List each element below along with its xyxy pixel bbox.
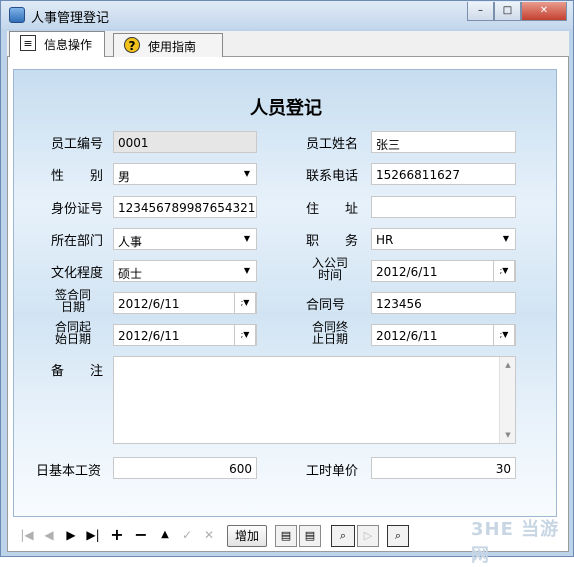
education-label: 文化程度 <box>51 266 104 281</box>
start-date-label: 合同起 始日期 <box>44 321 102 345</box>
phone-field[interactable]: 15266811627 <box>371 163 516 185</box>
tab-bar: ≡ 信息操作 ? 使用指南 <box>7 31 569 58</box>
start-date-picker[interactable]: 2012/6/11 ;▼ <box>113 324 257 346</box>
prev-record-icon[interactable]: ◀ <box>39 525 59 545</box>
maximize-button[interactable]: □ <box>494 2 521 21</box>
join-date-value: 2012/6/11 <box>376 265 438 279</box>
id-no-label: 身份证号 <box>51 202 104 217</box>
start-date-value: 2012/6/11 <box>118 329 180 343</box>
end-date-label: 合同终 止日期 <box>301 321 359 345</box>
calendar-dropdown-icon[interactable]: ;▼ <box>493 325 515 345</box>
sign-date-label-line2: 日期 <box>60 300 85 314</box>
chevron-down-icon[interactable]: ▼ <box>497 229 515 249</box>
sign-date-value: 2012/6/11 <box>118 297 180 311</box>
chevron-down-icon[interactable]: ▼ <box>238 261 256 281</box>
first-record-icon[interactable]: |◀ <box>17 525 37 545</box>
dept-select[interactable]: 人事 ▼ <box>113 228 257 250</box>
calendar-dropdown-icon[interactable]: ;▼ <box>234 325 256 345</box>
registration-form: 人员登记 员工编号 0001 员工姓名 张三 性 别 男 ▼ 联系电话 1526… <box>13 69 557 517</box>
join-date-label: 入公司 时间 <box>301 257 359 281</box>
hourly-price-label: 工时单价 <box>306 464 359 479</box>
watermark-logo: 3HE 当游网 <box>471 519 560 566</box>
start-date-label-line2: 始日期 <box>54 332 91 346</box>
emp-no-label: 员工编号 <box>51 137 104 152</box>
end-date-picker[interactable]: 2012/6/11 ;▼ <box>371 324 516 346</box>
tab-user-guide[interactable]: ? 使用指南 <box>113 33 223 57</box>
scroll-up-icon[interactable]: ▲ <box>500 361 516 369</box>
dept-label: 所在部门 <box>51 234 104 249</box>
join-date-label-line2: 时间 <box>317 268 342 282</box>
gender-label: 性 别 <box>51 169 104 184</box>
id-no-field[interactable]: 123456789987654321 <box>113 196 257 218</box>
address-label: 住 址 <box>306 202 359 217</box>
dept-value: 人事 <box>118 235 143 249</box>
zoom-icon[interactable]: ⌕ <box>387 525 409 547</box>
phone-label: 联系电话 <box>306 169 359 184</box>
add-record-icon[interactable]: + <box>107 525 127 545</box>
print-icon[interactable]: ▤ <box>275 525 297 547</box>
app-icon <box>9 7 25 23</box>
add-button[interactable]: 增加 <box>227 525 267 547</box>
sign-date-label: 签合同 日期 <box>44 289 102 313</box>
cancel-edit-icon[interactable]: ✕ <box>199 525 219 545</box>
remark-scrollbar[interactable]: ▲ ▼ <box>499 357 515 443</box>
gender-value: 男 <box>118 170 131 184</box>
print-preview-icon[interactable]: ▤ <box>299 525 321 547</box>
position-label: 职 务 <box>306 234 359 249</box>
sign-date-picker[interactable]: 2012/6/11 ;▼ <box>113 292 257 314</box>
emp-no-field[interactable]: 0001 <box>113 131 257 153</box>
education-select[interactable]: 硕士 ▼ <box>113 260 257 282</box>
end-date-label-line2: 止日期 <box>311 332 348 346</box>
delete-record-icon[interactable]: − <box>131 525 151 545</box>
tab-label: 使用指南 <box>148 40 197 54</box>
scroll-down-icon[interactable]: ▼ <box>500 431 516 439</box>
education-value: 硕士 <box>118 267 143 281</box>
title-bar[interactable]: 人事管理登记 – □ ✕ <box>1 1 573 29</box>
tab-label: 信息操作 <box>44 38 93 52</box>
form-title: 人员登记 <box>250 98 322 119</box>
main-window: 人事管理登记 – □ ✕ ≡ 信息操作 ? 使用指南 人员登记 员工编号 000… <box>0 0 574 566</box>
contract-no-field[interactable]: 123456 <box>371 292 516 314</box>
minimize-button[interactable]: – <box>467 2 494 21</box>
position-value: HR <box>376 233 394 247</box>
book-icon: ≡ <box>20 35 36 51</box>
window-title: 人事管理登记 <box>31 11 110 26</box>
confirm-edit-icon[interactable]: ✓ <box>177 525 197 545</box>
gender-select[interactable]: 男 ▼ <box>113 163 257 185</box>
join-date-picker[interactable]: 2012/6/11 ;▼ <box>371 260 516 282</box>
emp-name-field[interactable]: 张三 <box>371 131 516 153</box>
help-icon: ? <box>124 37 140 53</box>
address-field[interactable] <box>371 196 516 218</box>
chevron-down-icon[interactable]: ▼ <box>238 229 256 249</box>
post-record-icon[interactable]: ▲ <box>155 525 175 545</box>
last-record-icon[interactable]: ▶| <box>83 525 103 545</box>
chevron-down-icon[interactable]: ▼ <box>238 164 256 184</box>
calendar-dropdown-icon[interactable]: ;▼ <box>493 261 515 281</box>
contract-no-label: 合同号 <box>306 298 346 313</box>
remark-label: 备 注 <box>51 364 104 379</box>
end-date-value: 2012/6/11 <box>376 329 438 343</box>
next-record-icon[interactable]: ▶ <box>61 525 81 545</box>
next-page-icon[interactable]: ▷ <box>357 525 379 547</box>
daily-wage-field[interactable]: 600 <box>113 457 257 479</box>
calendar-dropdown-icon[interactable]: ;▼ <box>234 293 256 313</box>
remark-textarea[interactable]: ▲ ▼ <box>113 356 516 444</box>
daily-wage-label: 日基本工资 <box>36 464 102 479</box>
search-icon[interactable]: ⌕ <box>331 525 355 547</box>
hourly-price-field[interactable]: 30 <box>371 457 516 479</box>
tab-info-operation[interactable]: ≡ 信息操作 <box>9 31 105 58</box>
position-select[interactable]: HR ▼ <box>371 228 516 250</box>
emp-name-label: 员工姓名 <box>306 137 359 152</box>
close-button[interactable]: ✕ <box>521 2 567 21</box>
